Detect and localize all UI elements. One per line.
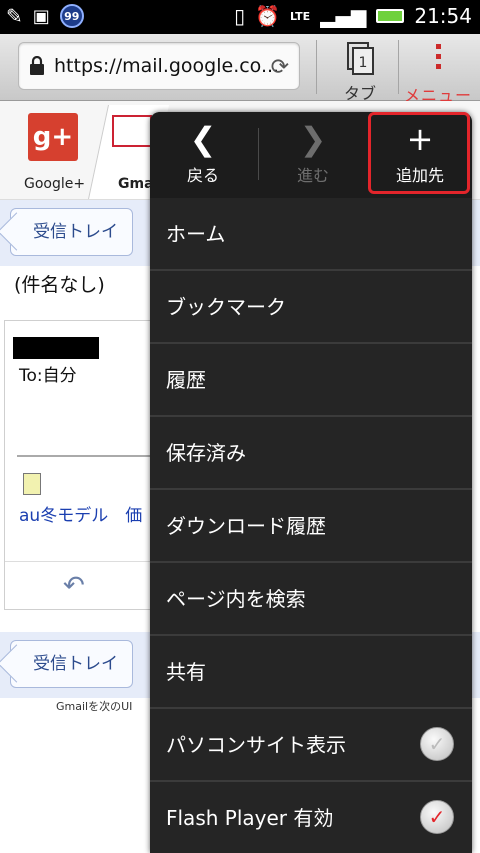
menu-item-label: パソコンサイト表示	[166, 733, 346, 757]
overflow-dots-icon	[436, 44, 442, 74]
menu-item-label: 共有	[166, 660, 206, 684]
google-plus-icon[interactable]: g+	[28, 113, 78, 161]
tabs-button[interactable]: 1 タブ	[330, 40, 390, 103]
recipient-line: To:自分	[19, 366, 77, 386]
menu-item-label: 履歴	[166, 368, 206, 392]
menu-item-label: ホーム	[166, 222, 226, 246]
back-arrow-icon: ❮	[189, 120, 217, 158]
attachment-link[interactable]: au冬モデル 価	[19, 501, 142, 526]
menu-item-label: ダウンロード履歴	[166, 514, 326, 538]
reload-icon[interactable]: ⟳	[271, 55, 289, 80]
menu-item-home[interactable]: ホーム	[150, 198, 472, 271]
back-button[interactable]: ❮ 戻る	[150, 112, 256, 198]
menu-nav-row: ❮ 戻る ❯ 進む + 追加先	[150, 112, 472, 200]
lock-icon	[30, 56, 44, 75]
menu-item-history[interactable]: 履歴	[150, 344, 472, 417]
url-text: https://mail.google.co...	[54, 55, 280, 77]
signal-icon: ▂▄▆	[320, 4, 367, 28]
status-bar: ✎ ▣ 99 ▯ ⏰ LTE ▂▄▆ 21:54	[0, 0, 480, 34]
forward-arrow-icon: ❯	[299, 120, 327, 158]
desktop-site-checkbox[interactable]: ✓	[420, 727, 454, 761]
menu-item-bookmarks[interactable]: ブックマーク	[150, 271, 472, 344]
footer-text: Gmailを次のUI	[56, 700, 133, 713]
tabs-count: 1	[359, 55, 368, 71]
gmail-icon	[112, 115, 152, 147]
clock: 21:54	[414, 4, 472, 28]
toolbar-divider	[398, 40, 399, 94]
menu-item-downloads[interactable]: ダウンロード履歴	[150, 490, 472, 563]
toolbar-divider	[316, 40, 317, 94]
divider	[5, 561, 153, 562]
message-subject: (件名なし)	[14, 274, 105, 296]
divider	[17, 455, 157, 457]
network-label: LTE	[289, 9, 311, 23]
menu-item-label: Flash Player 有効	[166, 806, 334, 830]
alarm-icon: ⏰	[255, 4, 280, 28]
url-bar[interactable]: https://mail.google.co... ⟳	[18, 42, 300, 90]
back-label: 戻る	[186, 166, 219, 185]
add-to-button[interactable]: + 追加先	[368, 112, 472, 198]
message-card: To:自分 au冬モデル 価 ↶	[4, 320, 157, 610]
menu-list: ホーム ブックマーク 履歴 保存済み ダウンロード履歴 ページ内を検索 共有 パ…	[150, 198, 472, 853]
menu-button[interactable]: メニュー	[400, 40, 480, 105]
vibrate-icon: ▯	[234, 4, 246, 28]
browser-toolbar: https://mail.google.co... ⟳ 1 タブ メニュー	[0, 34, 480, 105]
google-plus-label[interactable]: Google+	[24, 176, 85, 192]
nav-separator	[258, 128, 259, 180]
menu-item-share[interactable]: 共有	[150, 636, 472, 709]
inbox-button-top[interactable]: 受信トレイ	[10, 208, 133, 256]
attachment-icon	[23, 473, 41, 495]
menu-item-label: ブックマーク	[166, 295, 286, 319]
inbox-button-bottom[interactable]: 受信トレイ	[10, 640, 133, 688]
plus-icon: +	[406, 120, 434, 158]
menu-item-find-in-page[interactable]: ページ内を検索	[150, 563, 472, 636]
menu-item-label: ページ内を検索	[166, 587, 306, 611]
notification-badge: 99	[59, 4, 84, 28]
image-icon: ▣	[32, 5, 50, 27]
menu-item-desktop-site[interactable]: パソコンサイト表示 ✓	[150, 709, 472, 782]
menu-item-flash-player[interactable]: Flash Player 有効 ✓	[150, 782, 472, 853]
flash-player-checkbox[interactable]: ✓	[420, 800, 454, 834]
phone-edit-icon: ✎	[6, 4, 23, 28]
browser-menu-popup: ❮ 戻る ❯ 進む + 追加先 ホーム ブックマーク 履歴 保存済み ダウンロー…	[150, 112, 472, 853]
reply-icon[interactable]: ↶	[63, 571, 85, 601]
add-to-label: 追加先	[395, 166, 444, 185]
redacted-sender	[13, 337, 99, 359]
tabs-icon: 1	[347, 42, 374, 75]
menu-item-label: 保存済み	[166, 441, 246, 465]
forward-button[interactable]: ❯ 進む	[260, 112, 366, 198]
battery-icon	[376, 9, 405, 23]
menu-item-saved[interactable]: 保存済み	[150, 417, 472, 490]
forward-label: 進む	[296, 166, 329, 185]
